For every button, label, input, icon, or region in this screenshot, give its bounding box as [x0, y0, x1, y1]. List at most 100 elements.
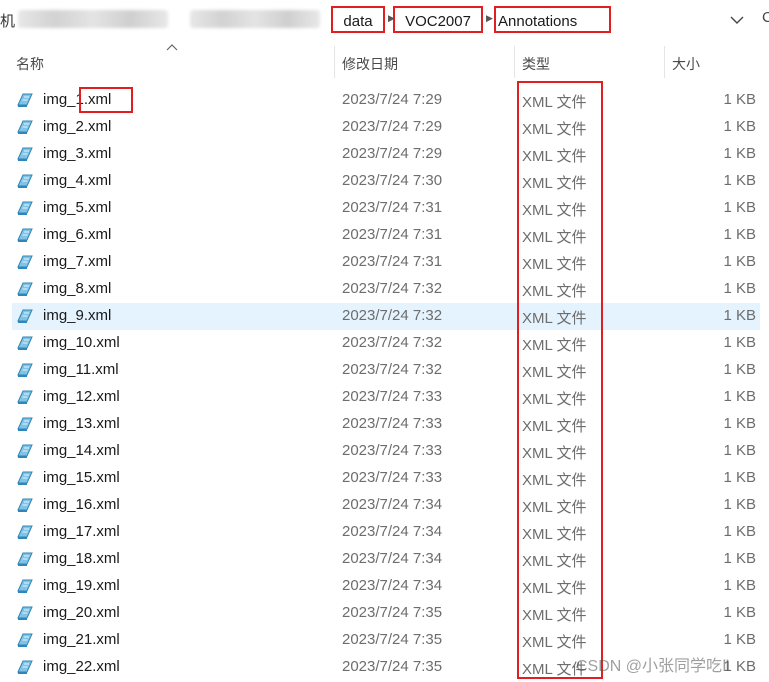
file-row[interactable]: img_4.xml 2023/7/24 7:30 XML 文件 1 KB	[12, 168, 760, 195]
file-name: img_3.xml	[43, 145, 112, 162]
breadcrumb-item-data[interactable]: data	[331, 6, 385, 33]
file-name: img_4.xml	[43, 172, 112, 189]
file-size: 1 KB	[723, 577, 756, 594]
file-name: img_13.xml	[43, 415, 120, 432]
breadcrumb-label: VOC2007	[405, 13, 471, 30]
column-divider[interactable]	[664, 46, 665, 78]
file-type: XML 文件	[522, 526, 587, 543]
file-size: 1 KB	[723, 604, 756, 621]
file-row[interactable]: img_12.xml 2023/7/24 7:33 XML 文件 1 KB	[12, 384, 760, 411]
file-row[interactable]: img_6.xml 2023/7/24 7:31 XML 文件 1 KB	[12, 222, 760, 249]
file-modified: 2023/7/24 7:31	[342, 226, 443, 243]
xml-file-icon	[17, 444, 33, 458]
file-size: 1 KB	[723, 415, 756, 432]
column-header-row: 名称 修改日期 类型 大小	[0, 40, 769, 84]
file-name: img_18.xml	[43, 550, 120, 567]
file-row[interactable]: img_17.xml 2023/7/24 7:34 XML 文件 1 KB	[12, 519, 760, 546]
file-modified: 2023/7/24 7:30	[342, 172, 443, 189]
xml-file-icon	[17, 228, 33, 242]
file-name: img_16.xml	[43, 496, 120, 513]
file-modified: 2023/7/24 7:29	[342, 118, 443, 135]
breadcrumb-item-annotations[interactable]: Annotations	[494, 6, 611, 33]
xml-file-icon	[17, 606, 33, 620]
file-name: img_12.xml	[43, 388, 120, 405]
xml-file-icon	[17, 660, 33, 674]
file-size: 1 KB	[723, 226, 756, 243]
file-modified: 2023/7/24 7:35	[342, 604, 443, 621]
file-size: 1 KB	[723, 550, 756, 567]
file-row[interactable]: img_10.xml 2023/7/24 7:32 XML 文件 1 KB	[12, 330, 760, 357]
xml-file-icon	[17, 93, 33, 107]
chevron-down-icon[interactable]	[727, 8, 747, 32]
breadcrumb-item-voc2007[interactable]: VOC2007	[393, 6, 483, 33]
column-divider[interactable]	[514, 46, 515, 78]
file-type: XML 文件	[522, 553, 587, 570]
file-size: 1 KB	[723, 469, 756, 486]
file-modified: 2023/7/24 7:33	[342, 469, 443, 486]
file-row[interactable]: img_1.xml 2023/7/24 7:29 XML 文件 1 KB	[12, 87, 760, 114]
file-name: img_2.xml	[43, 118, 112, 135]
file-size: 1 KB	[723, 523, 756, 540]
xml-file-icon	[17, 390, 33, 404]
file-type: XML 文件	[522, 229, 587, 246]
file-row[interactable]: img_5.xml 2023/7/24 7:31 XML 文件 1 KB	[12, 195, 760, 222]
file-name: img_19.xml	[43, 577, 120, 594]
xml-file-icon	[17, 120, 33, 134]
file-name: img_15.xml	[43, 469, 120, 486]
column-header-modified[interactable]: 修改日期	[342, 54, 398, 74]
file-size: 1 KB	[723, 253, 756, 270]
xml-file-icon	[17, 579, 33, 593]
xml-file-icon	[17, 363, 33, 377]
file-row[interactable]: img_2.xml 2023/7/24 7:29 XML 文件 1 KB	[12, 114, 760, 141]
file-size: 1 KB	[723, 361, 756, 378]
file-type: XML 文件	[522, 634, 587, 651]
file-size: 1 KB	[723, 388, 756, 405]
column-divider[interactable]	[334, 46, 335, 78]
xml-file-icon	[17, 498, 33, 512]
file-type: XML 文件	[522, 472, 587, 489]
file-row[interactable]: img_9.xml 2023/7/24 7:32 XML 文件 1 KB	[12, 303, 760, 330]
column-header-type[interactable]: 类型	[522, 54, 550, 74]
xml-file-icon	[17, 471, 33, 485]
file-modified: 2023/7/24 7:33	[342, 415, 443, 432]
file-type: XML 文件	[522, 445, 587, 462]
xml-file-icon	[17, 174, 33, 188]
file-name: img_14.xml	[43, 442, 120, 459]
address-bar[interactable]: 机 data ▶ VOC2007 ▶ Annotations C	[0, 0, 769, 40]
column-header-size[interactable]: 大小	[672, 54, 700, 74]
file-modified: 2023/7/24 7:35	[342, 631, 443, 648]
file-row[interactable]: img_18.xml 2023/7/24 7:34 XML 文件 1 KB	[12, 546, 760, 573]
file-size: 1 KB	[723, 118, 756, 135]
xml-file-icon	[17, 633, 33, 647]
breadcrumb-label: data	[343, 13, 373, 30]
file-row[interactable]: img_14.xml 2023/7/24 7:33 XML 文件 1 KB	[12, 438, 760, 465]
file-row[interactable]: img_3.xml 2023/7/24 7:29 XML 文件 1 KB	[12, 141, 760, 168]
file-modified: 2023/7/24 7:29	[342, 145, 443, 162]
file-row[interactable]: img_20.xml 2023/7/24 7:35 XML 文件 1 KB	[12, 600, 760, 627]
file-type: XML 文件	[522, 121, 587, 138]
file-size: 1 KB	[723, 334, 756, 351]
file-size: 1 KB	[723, 145, 756, 162]
file-type: XML 文件	[522, 607, 587, 624]
file-type: XML 文件	[522, 418, 587, 435]
file-type: XML 文件	[522, 283, 587, 300]
file-modified: 2023/7/24 7:34	[342, 496, 443, 513]
file-row[interactable]: img_19.xml 2023/7/24 7:34 XML 文件 1 KB	[12, 573, 760, 600]
file-row[interactable]: img_11.xml 2023/7/24 7:32 XML 文件 1 KB	[12, 357, 760, 384]
xml-file-icon	[17, 309, 33, 323]
column-header-name[interactable]: 名称	[16, 54, 44, 74]
chevron-right-icon: ▶	[486, 13, 493, 23]
file-modified: 2023/7/24 7:33	[342, 388, 443, 405]
file-row[interactable]: img_21.xml 2023/7/24 7:35 XML 文件 1 KB	[12, 627, 760, 654]
file-row[interactable]: img_15.xml 2023/7/24 7:33 XML 文件 1 KB	[12, 465, 760, 492]
file-modified: 2023/7/24 7:32	[342, 361, 443, 378]
file-type: XML 文件	[522, 256, 587, 273]
file-row[interactable]: img_16.xml 2023/7/24 7:34 XML 文件 1 KB	[12, 492, 760, 519]
file-row[interactable]: img_7.xml 2023/7/24 7:31 XML 文件 1 KB	[12, 249, 760, 276]
file-type: XML 文件	[522, 175, 587, 192]
xml-file-icon	[17, 552, 33, 566]
file-row[interactable]: img_13.xml 2023/7/24 7:33 XML 文件 1 KB	[12, 411, 760, 438]
file-row[interactable]: img_8.xml 2023/7/24 7:32 XML 文件 1 KB	[12, 276, 760, 303]
file-size: 1 KB	[723, 631, 756, 648]
file-name: img_10.xml	[43, 334, 120, 351]
